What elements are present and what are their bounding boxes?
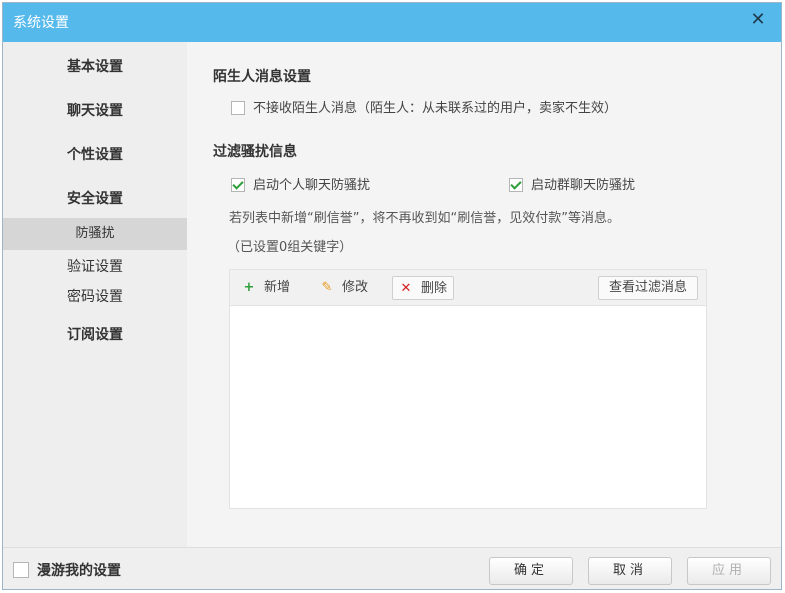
group-filter-label: 启动群聊天防骚扰 [531,178,636,193]
sidebar-item-basic[interactable]: 基本设置 [3,56,187,76]
pencil-icon: ✎ [321,280,333,295]
delete-keyword-label: 删除 [421,281,448,296]
edit-keyword-label: 修改 [342,280,369,295]
cancel-button[interactable]: 取消 [588,557,672,585]
personal-filter-row[interactable]: 启动个人聊天防骚扰 [231,174,370,193]
title-bar: 系统设置 ✕ [3,3,781,42]
sidebar-item-password[interactable]: 密码设置 [3,286,187,306]
personal-filter-checkbox[interactable] [231,178,245,192]
add-keyword-label: 新增 [264,280,291,295]
apply-button[interactable]: 应用 [687,557,771,585]
filter-section-title: 过滤骚扰信息 [213,144,297,160]
edit-keyword-button[interactable]: ✎ 修改 [314,276,374,300]
settings-window: 系统设置 ✕ 基本设置 聊天设置 个性设置 安全设置 防骚扰 验证设置 密码设置… [2,2,782,590]
sidebar-item-verify[interactable]: 验证设置 [3,256,187,276]
sidebar-item-security[interactable]: 安全设置 [3,188,187,208]
sidebar-item-subscribe[interactable]: 订阅设置 [3,324,187,344]
group-filter-checkbox[interactable] [509,178,523,192]
window-title: 系统设置 [13,15,69,31]
roam-settings-row[interactable]: 漫游我的设置 [13,560,121,580]
keyword-list-panel: + 新增 ✎ 修改 ✕ 删除 查看过滤消息 [229,269,707,509]
stranger-option-label: 不接收陌生人消息（陌生人：从未联系过的用户，卖家不生效） [253,101,618,116]
sidebar-item-personalize[interactable]: 个性设置 [3,144,187,164]
stranger-checkbox[interactable] [231,101,245,115]
ok-button[interactable]: 确定 [489,557,573,585]
sidebar-item-chat[interactable]: 聊天设置 [3,100,187,120]
personal-filter-label: 启动个人聊天防骚扰 [253,178,371,193]
plus-icon: + [243,280,255,295]
close-icon[interactable]: ✕ [747,9,769,31]
content-panel: 陌生人消息设置 不接收陌生人消息（陌生人：从未联系过的用户，卖家不生效） 过滤骚… [187,42,781,547]
keyword-toolbar: + 新增 ✎ 修改 ✕ 删除 查看过滤消息 [230,270,706,306]
filter-hint: 若列表中新增“刷信誉”，将不再收到如“刷信誉，见效付款”等消息。 [229,211,620,226]
keyword-count: （已设置0组关键字） [227,240,353,255]
sidebar: 基本设置 聊天设置 个性设置 安全设置 防骚扰 验证设置 密码设置 订阅设置 [3,42,187,547]
delete-keyword-button[interactable]: ✕ 删除 [392,276,455,300]
roam-settings-label: 漫游我的设置 [37,563,121,579]
footer-bar: 漫游我的设置 确定 取消 应用 [3,547,781,589]
group-filter-row[interactable]: 启动群聊天防骚扰 [509,174,635,193]
x-icon: ✕ [400,281,412,296]
roam-settings-checkbox[interactable] [13,562,29,578]
sidebar-item-anti-harass[interactable]: 防骚扰 [3,218,187,250]
view-filtered-messages-button[interactable]: 查看过滤消息 [597,276,698,300]
add-keyword-button[interactable]: + 新增 [236,276,296,300]
stranger-section-title: 陌生人消息设置 [213,69,311,85]
stranger-option-row[interactable]: 不接收陌生人消息（陌生人：从未联系过的用户，卖家不生效） [231,97,617,116]
